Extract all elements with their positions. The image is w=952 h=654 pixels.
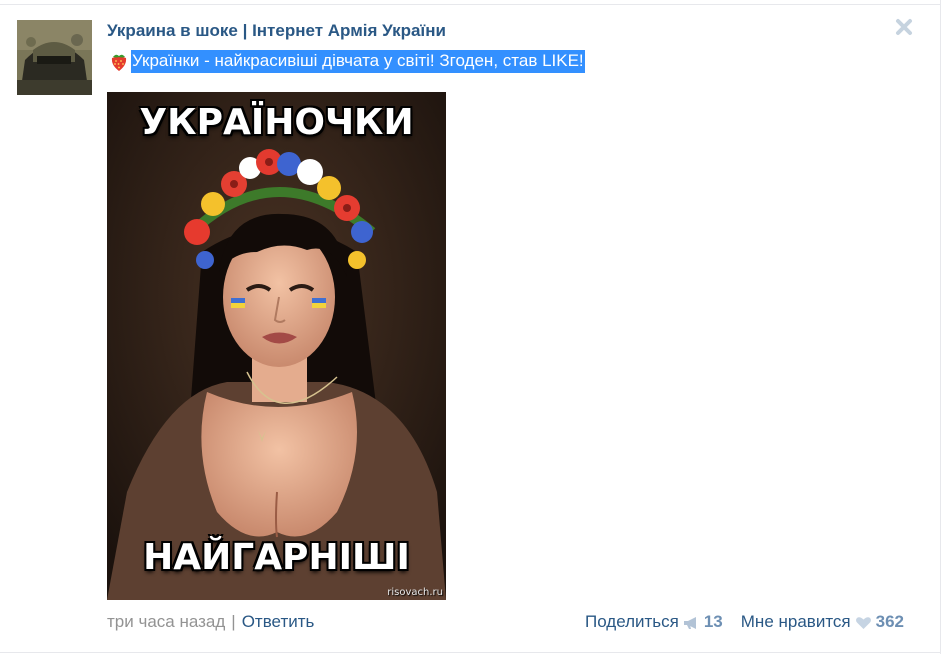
post-image[interactable]: УКРАЇНОЧКИ НАЙГАРНІШІ risovach.ru [107, 92, 446, 600]
post-author-link[interactable]: Украина в шоке | Інтернет Армія України [107, 21, 446, 41]
like-label: Мне нравится [740, 612, 851, 631]
post-divider-bottom [0, 652, 940, 653]
post-footer-actions: Поделиться 13 Мне нравится 362 [585, 612, 904, 632]
share-label: Поделиться [584, 612, 679, 631]
megaphone-icon [683, 615, 700, 629]
like-button[interactable]: Мне нравится 362 [741, 612, 904, 632]
reply-link[interactable]: Ответить [242, 612, 315, 632]
heart-icon [855, 615, 872, 629]
post-text: Українки - найкрасивіші дівчата у світі!… [131, 49, 585, 73]
meme-bottom-caption: НАЙГАРНІШІ [143, 537, 410, 578]
post-divider-top [0, 4, 940, 5]
post-footer-left: три часа назад | Ответить [107, 612, 314, 632]
share-count: 13 [703, 612, 723, 631]
post-text-row: Українки - найкрасивіші дівчата у світі!… [107, 49, 585, 73]
meme-top-caption: УКРАЇНОЧКИ [139, 102, 414, 143]
like-count: 362 [875, 612, 904, 631]
footer-separator: | [231, 612, 236, 631]
author-avatar[interactable] [17, 20, 92, 95]
wall-post: Украина в шоке | Інтернет Армія України … [0, 0, 952, 654]
feed-border-right [940, 0, 941, 654]
post-time[interactable]: три часа назад [107, 612, 225, 632]
avatar-image [17, 20, 92, 95]
strawberry-icon [107, 49, 131, 73]
share-button[interactable]: Поделиться 13 [585, 612, 723, 632]
close-icon[interactable] [893, 16, 915, 38]
meme-photo [107, 92, 446, 600]
image-watermark: risovach.ru [387, 587, 443, 598]
